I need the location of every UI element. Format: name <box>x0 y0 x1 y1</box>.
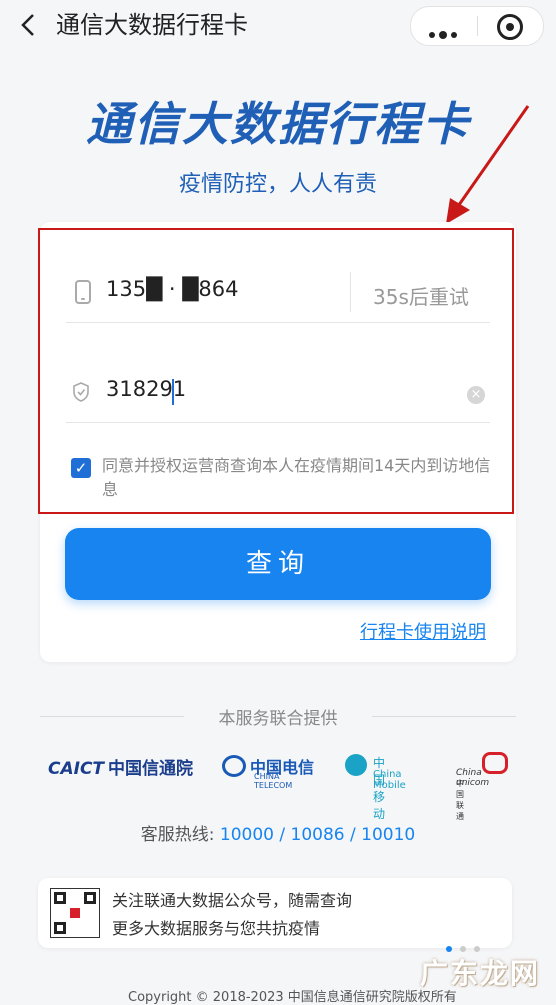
watermark: 广东龙网 <box>420 957 541 990</box>
usage-guide-link[interactable]: 行程卡使用说明 <box>360 618 486 644</box>
hotline: 客服热线: 10000 / 10086 / 10010 <box>140 825 416 845</box>
copyright-text: Copyright © 2018-2023 中国信息通信研究院版权所有 <box>128 990 457 1005</box>
mini-program-capsule <box>410 6 544 46</box>
caict-logo: CAICT 中国信通院 <box>48 759 194 779</box>
qr-code-icon <box>50 888 100 938</box>
query-button[interactable]: 查询 <box>65 528 491 600</box>
back-arrow-icon[interactable] <box>14 10 44 40</box>
promo-line-1: 关注联通大数据公众号，随需查询 <box>112 891 353 910</box>
hotline-numbers[interactable]: 10000 / 10086 / 10010 <box>220 825 415 845</box>
close-program-icon[interactable] <box>497 14 523 40</box>
china-telecom-logo: 中国电信 CHINA TELECOM <box>222 754 314 790</box>
provider-title: 本服务联合提供 <box>218 709 338 729</box>
promo-line-2: 更多大数据服务与您共抗疫情 <box>112 919 321 938</box>
china-mobile-logo: 中国移动 China Mobile <box>345 754 406 821</box>
more-menu-icon[interactable] <box>429 23 461 42</box>
top-navigation-bar: 通信大数据行程卡 <box>0 0 556 56</box>
annotation-highlight-box <box>38 228 514 514</box>
annotation-arrow-icon <box>446 105 530 224</box>
nav-title: 通信大数据行程卡 <box>56 11 248 39</box>
